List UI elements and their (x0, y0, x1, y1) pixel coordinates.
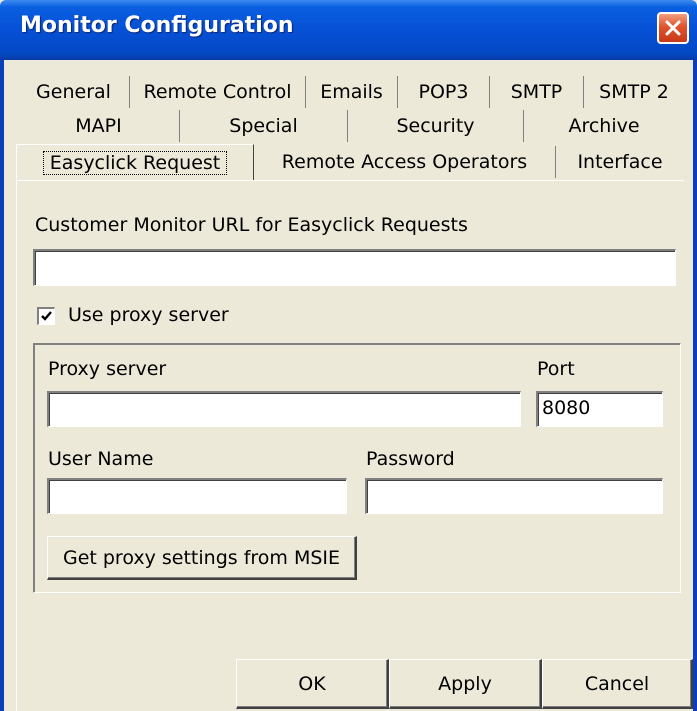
port-label: Port (537, 358, 575, 380)
apply-button[interactable]: Apply (389, 659, 542, 709)
port-field[interactable]: 8080 (536, 391, 663, 427)
title-bar: Monitor Configuration (0, 0, 697, 60)
customer-monitor-url-field[interactable] (33, 249, 676, 286)
proxy-server-field[interactable] (47, 391, 521, 427)
use-proxy-label: Use proxy server (68, 304, 229, 326)
url-label: Customer Monitor URL for Easyclick Reque… (35, 214, 468, 236)
window-frame-right (693, 60, 697, 711)
tab-easyclick-request[interactable]: Easyclick Request (16, 144, 254, 180)
checkmark-icon (41, 311, 52, 321)
tab-smtp[interactable]: SMTP (490, 76, 584, 108)
proxy-server-label: Proxy server (48, 358, 167, 380)
tab-security[interactable]: Security (348, 110, 524, 142)
tab-archive[interactable]: Archive (524, 110, 684, 142)
password-field[interactable] (365, 478, 663, 514)
tab-special[interactable]: Special (180, 110, 348, 142)
tab-pop3[interactable]: POP3 (398, 76, 490, 108)
tab-general[interactable]: General (18, 76, 130, 108)
ok-button[interactable]: OK (236, 659, 389, 709)
tab-mapi[interactable]: MAPI (18, 110, 180, 142)
tab-remote-access-operators[interactable]: Remote Access Operators (254, 146, 556, 178)
window-frame-left (0, 60, 4, 711)
username-label: User Name (48, 448, 154, 470)
get-proxy-settings-button[interactable]: Get proxy settings from MSIE (47, 536, 357, 580)
close-icon (665, 20, 681, 36)
window-title: Monitor Configuration (20, 13, 294, 38)
tab-emails[interactable]: Emails (306, 76, 398, 108)
close-button[interactable] (657, 12, 689, 44)
use-proxy-checkbox[interactable] (37, 307, 55, 325)
password-label: Password (366, 448, 455, 470)
username-field[interactable] (47, 478, 347, 514)
tab-smtp-2[interactable]: SMTP 2 (584, 76, 684, 108)
cancel-button[interactable]: Cancel (542, 659, 693, 709)
tab-remote-control[interactable]: Remote Control (130, 76, 306, 108)
tab-interface[interactable]: Interface (556, 146, 684, 178)
